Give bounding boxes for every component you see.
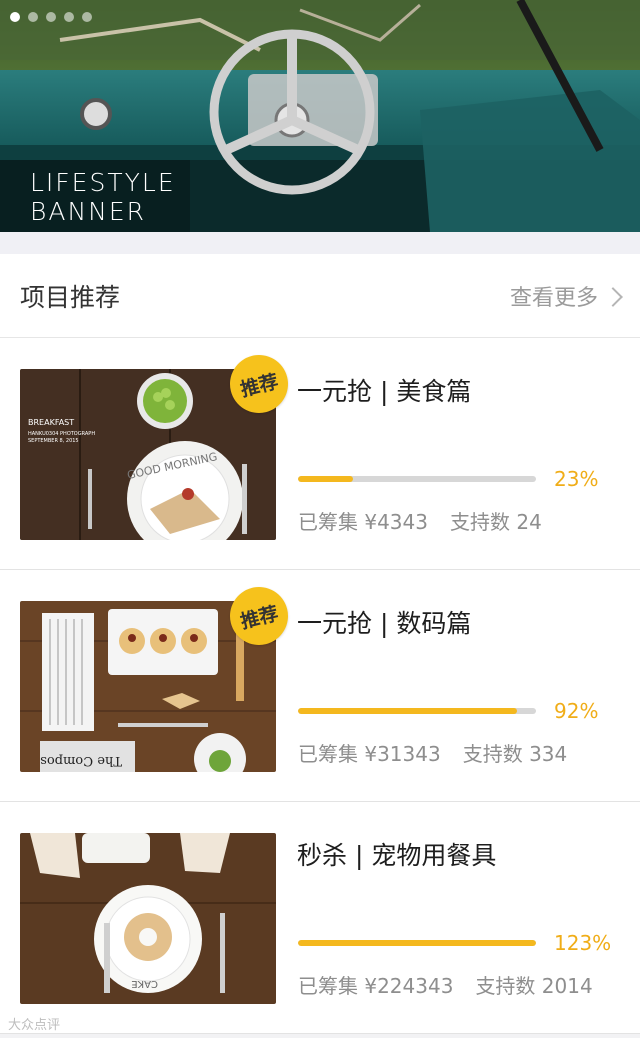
card-title[interactable]: 一元抢 | 美食篇 xyxy=(297,372,471,408)
section-gap xyxy=(0,232,640,254)
card-image[interactable]: CAKE xyxy=(20,833,276,1004)
carousel-dot[interactable] xyxy=(46,12,56,22)
supporter-count: 支持数 24 xyxy=(449,510,542,534)
section-title: 项目推荐 xyxy=(20,283,121,312)
section-header: 项目推荐 查看更多 xyxy=(0,254,640,338)
progress-fill xyxy=(298,476,353,482)
supporter-count: 支持数 2014 xyxy=(475,974,593,998)
banner-text-line1: LIFESTYLE xyxy=(30,168,176,197)
carousel-dot[interactable] xyxy=(64,12,74,22)
progress-percent: 123% xyxy=(554,931,612,955)
chevron-right-icon xyxy=(603,287,623,307)
progress-percent: 92% xyxy=(554,699,599,723)
image-plate-text: CAKE xyxy=(131,978,158,989)
progress-bar xyxy=(298,708,536,714)
image-newspaper-text: The Compos xyxy=(40,753,122,768)
progress-percent: 23% xyxy=(554,467,599,491)
banner-caption: LIFESTYLE BANNER xyxy=(30,168,176,226)
project-card[interactable]: CAKE 秒杀 | 宠物用餐具 123% 已筹集 ¥224343 支持数 201… xyxy=(0,802,640,1034)
lifestyle-banner[interactable]: LIFESTYLE BANNER xyxy=(0,0,640,232)
view-more-label: 查看更多 xyxy=(509,286,598,311)
project-card[interactable]: BREAKFAST HANKU0304 PHOTOGRAPH SEPTEMBER… xyxy=(0,338,640,570)
image-caption-date: SEPTEMBER 8, 2015 xyxy=(28,438,79,444)
image-caption-breakfast: BREAKFAST xyxy=(28,418,74,427)
progress-bar xyxy=(298,476,536,482)
carousel-dots[interactable] xyxy=(10,12,92,22)
card-title[interactable]: 秒杀 | 宠物用餐具 xyxy=(297,836,496,872)
carousel-dot[interactable] xyxy=(82,12,92,22)
supporter-count: 支持数 334 xyxy=(462,742,568,766)
progress-bar xyxy=(298,940,536,946)
raised-amount: 已筹集 ¥224343 xyxy=(298,974,454,998)
image-caption-photograph: HANKU0304 PHOTOGRAPH xyxy=(28,431,95,437)
banner-text-line2: BANNER xyxy=(30,197,147,226)
card-stats: 已筹集 ¥224343 支持数 2014 xyxy=(298,970,593,999)
raised-amount: 已筹集 ¥31343 xyxy=(298,742,441,766)
carousel-dot[interactable] xyxy=(28,12,38,22)
card-stats: 已筹集 ¥31343 支持数 334 xyxy=(298,738,567,767)
carousel-dot[interactable] xyxy=(10,12,20,22)
card-stats: 已筹集 ¥4343 支持数 24 xyxy=(298,506,542,535)
view-more-link[interactable]: 查看更多 xyxy=(509,280,623,312)
watermark: 大众点评 xyxy=(8,1018,61,1033)
progress-fill xyxy=(298,940,536,946)
card-title[interactable]: 一元抢 | 数码篇 xyxy=(297,604,471,640)
project-card[interactable]: The Compos 推荐 一元抢 | 数码篇 92% 已筹集 ¥31343 支… xyxy=(0,570,640,802)
pet-tableware-photo: CAKE xyxy=(20,833,276,1004)
raised-amount: 已筹集 ¥4343 xyxy=(298,510,428,534)
progress-fill xyxy=(298,708,517,714)
